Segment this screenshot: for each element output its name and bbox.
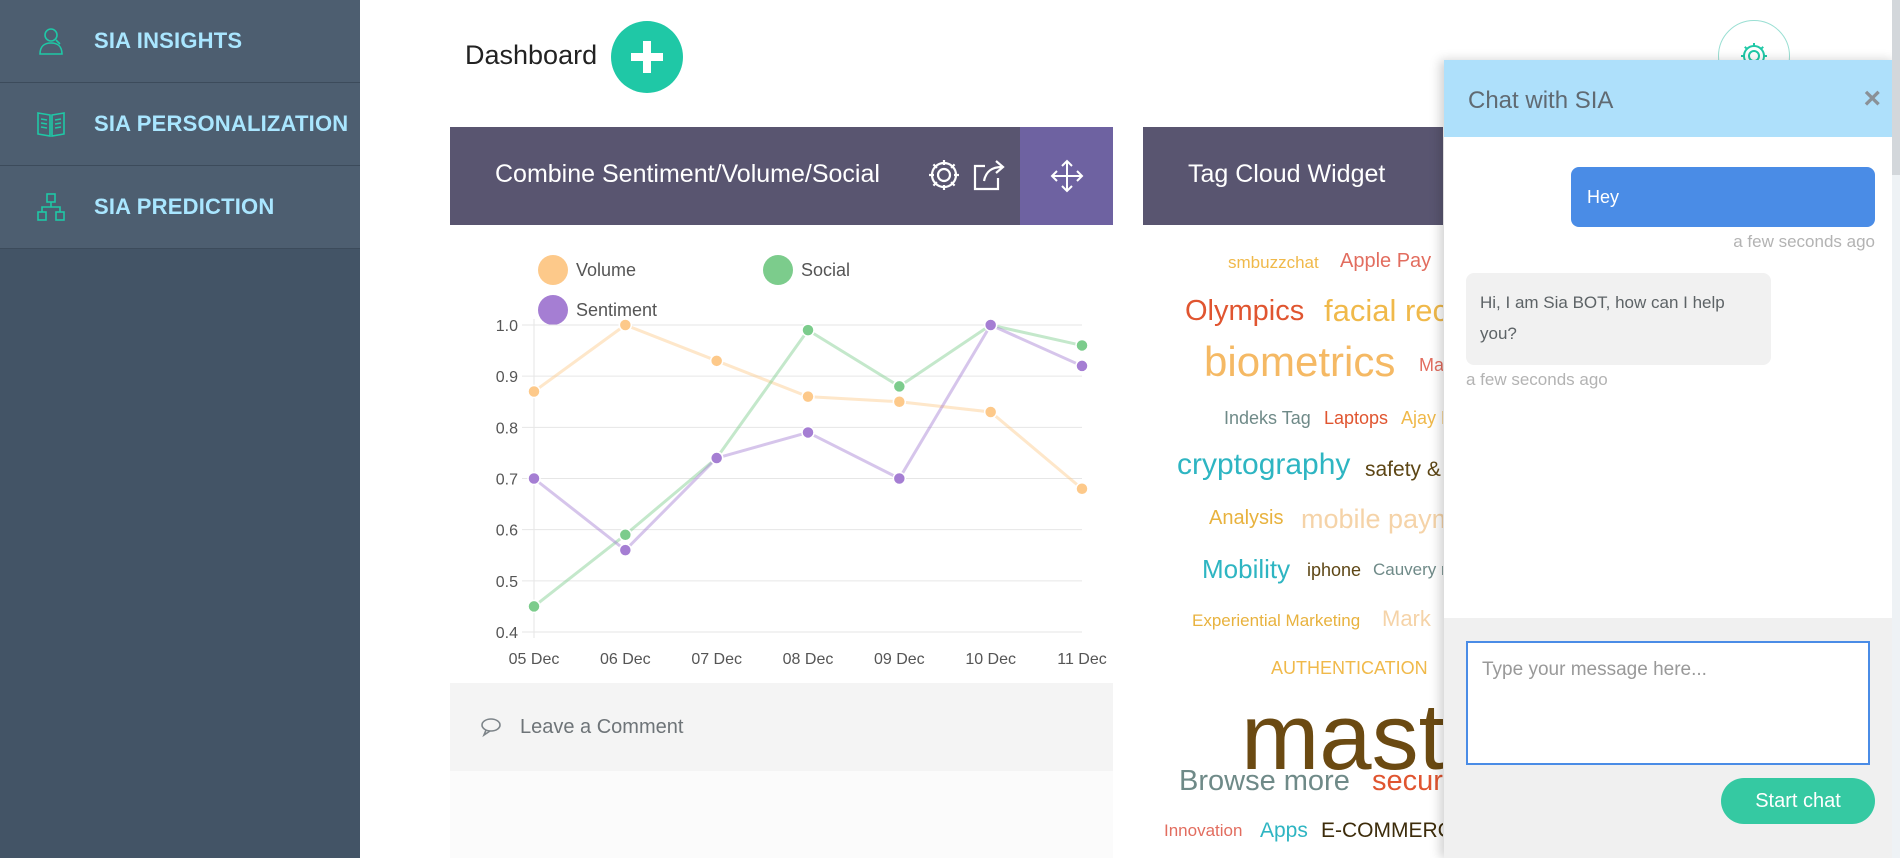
tag-item[interactable]: Laptops — [1324, 408, 1388, 429]
sidebar-item-insights[interactable]: SIA INSIGHTS — [0, 0, 360, 83]
data-point-volume — [618, 318, 633, 332]
user-icon — [34, 24, 68, 58]
tag-item[interactable]: Browse more — [1179, 765, 1350, 798]
sidebar-item-prediction[interactable]: SIA PREDICTION — [0, 166, 360, 249]
data-point-social — [1075, 338, 1089, 353]
x-tick-label: 05 Dec — [509, 651, 560, 668]
sidebar-item-personalization[interactable]: SIA PERSONALIZATION — [0, 83, 360, 166]
chat-panel: Chat with SIA × Hey a few seconds ago Hi… — [1444, 60, 1897, 858]
data-point-social — [801, 323, 815, 337]
sidebar: SIA INSIGHTS SIA PERSONALIZATION SIA PRE… — [0, 0, 360, 858]
data-point-volume — [892, 395, 907, 409]
data-point-sentiment — [1075, 359, 1089, 373]
tag-item[interactable]: Apple Pay — [1340, 250, 1431, 273]
data-point-volume — [1075, 481, 1089, 496]
sidebar-item-label: SIA INSIGHTS — [94, 28, 243, 53]
line-chart: 0.4 0.5 0.6 0.7 0.8 0.9 1.0 05 Dec 06 Dec 07 Dec 0… — [496, 318, 1107, 668]
x-tick-label: 06 Dec — [600, 651, 651, 668]
message-timestamp: a few seconds ago — [1466, 370, 1608, 389]
user-message: Hey — [1571, 167, 1875, 227]
add-widget-button[interactable] — [611, 21, 683, 93]
share-icon[interactable] — [970, 156, 1008, 194]
tag-item[interactable]: Experiential Marketing — [1192, 611, 1360, 631]
tag-item[interactable]: smbuzzchat — [1228, 253, 1319, 273]
move-icon — [1050, 159, 1083, 193]
data-point-volume — [527, 384, 541, 399]
page-title: Dashboard — [465, 40, 598, 70]
x-tick-label: 07 Dec — [691, 651, 742, 668]
tag-item[interactable]: Cauvery n — [1373, 560, 1443, 580]
data-point-sentiment — [983, 318, 998, 332]
y-tick-label: 0.4 — [496, 625, 518, 642]
data-point-social — [527, 599, 541, 614]
tag-item[interactable]: mobile paym — [1301, 504, 1443, 535]
tag-cloud-widget: Tag Cloud Widget smbuzzchat Apple Pay Olym… — [1143, 127, 1443, 858]
y-tick-label: 0.8 — [496, 420, 518, 437]
start-chat-button[interactable]: Start chat — [1721, 778, 1875, 824]
network-icon — [34, 190, 68, 224]
tag-item[interactable]: Innovation — [1164, 821, 1242, 841]
tag-item[interactable]: Ajay B — [1401, 408, 1443, 429]
y-tick-label: 0.5 — [496, 574, 518, 591]
chart-area: Volume Social Sentiment 0.4 0.5 0.6 0.7 0.8 0… — [450, 225, 1113, 683]
data-point-volume — [983, 405, 998, 419]
scrollbar-thumb[interactable] — [1892, 0, 1900, 175]
data-point-sentiment — [618, 543, 633, 557]
scrollbar[interactable] — [1892, 0, 1900, 858]
data-point-sentiment — [527, 471, 541, 486]
data-point-social — [618, 528, 633, 542]
sentiment-widget: Combine Sentiment/Volume/Social Volume S… — [450, 127, 1113, 858]
data-point-sentiment — [801, 425, 815, 440]
plus-icon — [631, 41, 663, 73]
tag-item[interactable]: secur — [1372, 765, 1443, 798]
y-tick-label: 0.6 — [496, 523, 518, 540]
tag-item[interactable]: facial rec — [1324, 293, 1443, 329]
tag-item[interactable]: Mark — [1382, 606, 1431, 632]
series-line-social — [533, 323, 1083, 608]
leave-comment-button[interactable]: Leave a Comment — [450, 683, 1113, 771]
message-timestamp: a few seconds ago — [1733, 232, 1875, 251]
data-point-volume — [709, 354, 724, 368]
widget-header: Tag Cloud Widget — [1143, 127, 1443, 225]
comment-icon — [480, 716, 502, 738]
sidebar-item-label: SIA PERSONALIZATION — [94, 111, 349, 136]
move-handle[interactable] — [1020, 127, 1113, 225]
chat-title: Chat with SIA — [1468, 87, 1614, 114]
data-point-sentiment — [892, 471, 907, 486]
tag-item[interactable]: Olympics — [1185, 295, 1304, 328]
tag-item[interactable]: iphone — [1307, 560, 1361, 581]
tag-item[interactable]: Analysis — [1209, 507, 1283, 530]
gear-icon[interactable] — [925, 156, 963, 194]
tag-item[interactable]: E-COMMERC — [1321, 819, 1443, 843]
tag-item[interactable]: Indeks Tag — [1224, 408, 1311, 429]
x-tick-label: 11 Dec — [1057, 651, 1107, 668]
book-icon — [34, 107, 68, 141]
x-tick-label: 09 Dec — [874, 651, 925, 668]
data-point-sentiment — [709, 451, 724, 465]
widget-title: Combine Sentiment/Volume/Social — [495, 160, 880, 188]
tag-item[interactable]: Apps — [1260, 819, 1308, 843]
chat-message-input[interactable] — [1466, 641, 1870, 765]
close-icon[interactable]: × — [1863, 82, 1881, 116]
series-line-volume — [533, 323, 1083, 490]
tag-item[interactable]: Mobility — [1202, 554, 1290, 585]
comment-label: Leave a Comment — [520, 715, 684, 738]
x-tick-label: 10 Dec — [965, 651, 1016, 668]
bot-message: Hi, I am Sia BOT, how can I help you? — [1466, 273, 1771, 365]
tag-item[interactable]: cryptography — [1177, 448, 1350, 482]
x-tick-label: 08 Dec — [783, 651, 834, 668]
data-point-volume — [801, 389, 815, 404]
y-tick-label: 0.7 — [496, 472, 518, 489]
sidebar-item-label: SIA PREDICTION — [94, 194, 275, 219]
data-point-social — [892, 379, 907, 394]
tag-item[interactable]: AUTHENTICATION — [1271, 658, 1428, 679]
y-tick-label: 1.0 — [496, 318, 518, 335]
widget-title: Tag Cloud Widget — [1188, 160, 1386, 188]
tag-item[interactable]: Ma — [1419, 355, 1443, 376]
chat-header: Chat with SIA × — [1444, 60, 1897, 137]
tag-item[interactable]: safety & — [1365, 458, 1441, 482]
widget-header: Combine Sentiment/Volume/Social — [450, 127, 1113, 225]
tag-item[interactable]: biometrics — [1204, 338, 1395, 386]
y-tick-label: 0.9 — [496, 369, 518, 386]
